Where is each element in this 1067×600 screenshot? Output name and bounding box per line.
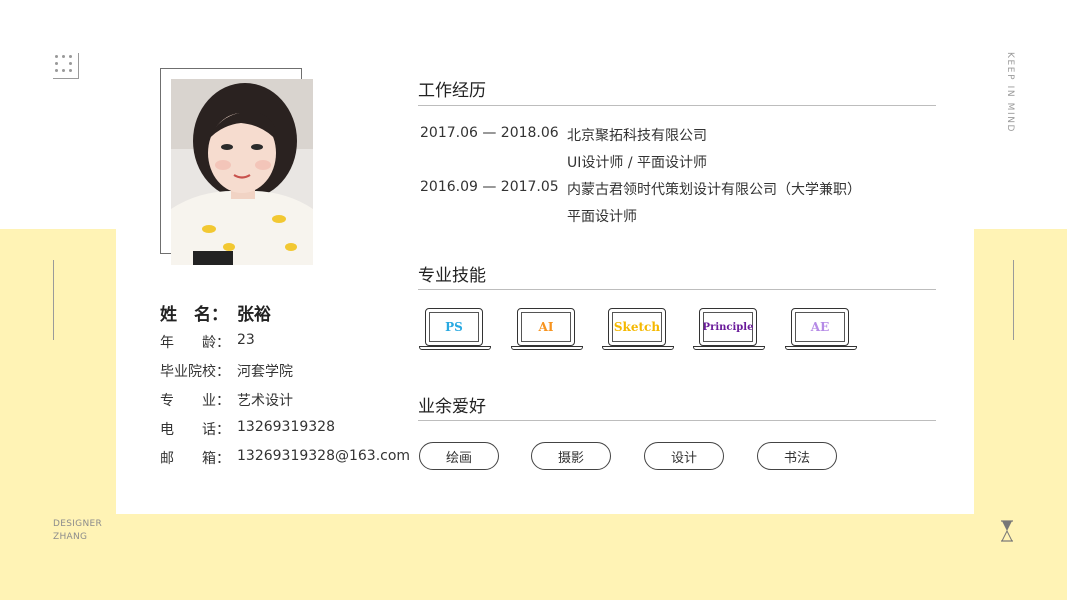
field-value-email: 13269319328@163.com <box>237 448 411 464</box>
skill-ps-laptop-icon: PS <box>419 308 491 352</box>
experience-role: 平面设计师 <box>567 209 637 225</box>
experience-company: 北京聚拓科技有限公司 <box>567 128 707 144</box>
experience-period: 2016.09 — 2017.05 <box>420 179 559 195</box>
field-label-phone: 电 话： <box>160 422 230 438</box>
dots-ornament-icon <box>53 53 79 79</box>
name-value: 张裕 <box>237 305 271 325</box>
field-label-email: 邮 箱： <box>160 451 230 467</box>
name-label: 姓 名： <box>160 305 228 325</box>
hobby-tag: 设计 <box>644 442 724 470</box>
hobbies-title: 业余爱好 <box>418 397 486 417</box>
right-divider-line <box>1013 260 1014 340</box>
skill-label: AE <box>810 320 830 334</box>
experience-divider <box>418 105 936 106</box>
field-value-age: 23 <box>237 332 255 348</box>
skill-ai-laptop-icon: AI <box>511 308 583 352</box>
skill-label: PS <box>445 320 463 334</box>
field-value-major: 艺术设计 <box>237 393 293 409</box>
designer-signature: DESIGNER ZHANG <box>53 519 103 542</box>
skill-label: AI <box>538 320 554 334</box>
profile-photo <box>171 79 313 265</box>
skill-label: Principle <box>702 321 754 333</box>
hobby-tag: 绘画 <box>419 442 499 470</box>
hobbies-divider <box>418 420 936 421</box>
experience-period: 2017.06 — 2018.06 <box>420 125 559 141</box>
field-label-major: 专 业： <box>160 393 230 409</box>
field-value-school: 河套学院 <box>237 364 293 380</box>
hobby-tag: 书法 <box>757 442 837 470</box>
field-value-phone: 13269319328 <box>237 419 335 435</box>
experience-role: UI设计师 / 平面设计师 <box>567 155 707 171</box>
hobby-tag: 摄影 <box>531 442 611 470</box>
experience-title: 工作经历 <box>418 81 486 101</box>
experience-company: 内蒙古君领时代策划设计有限公司（大学兼职） <box>567 182 861 198</box>
field-label-school: 毕业院校： <box>160 364 230 380</box>
skill-label: Sketch <box>613 320 661 334</box>
skills-divider <box>418 289 936 290</box>
skills-title: 专业技能 <box>418 266 486 286</box>
skill-ae-laptop-icon: AE <box>785 308 857 352</box>
field-label-age: 年 龄： <box>160 335 230 351</box>
skill-principle-laptop-icon: Principle <box>693 308 765 352</box>
left-divider-line <box>53 260 54 340</box>
skill-sketch-laptop-icon: Sketch <box>602 308 674 352</box>
keep-in-mind-vertical-text: KEEP IN MIND <box>1005 52 1015 134</box>
hourglass-icon <box>1001 520 1013 542</box>
